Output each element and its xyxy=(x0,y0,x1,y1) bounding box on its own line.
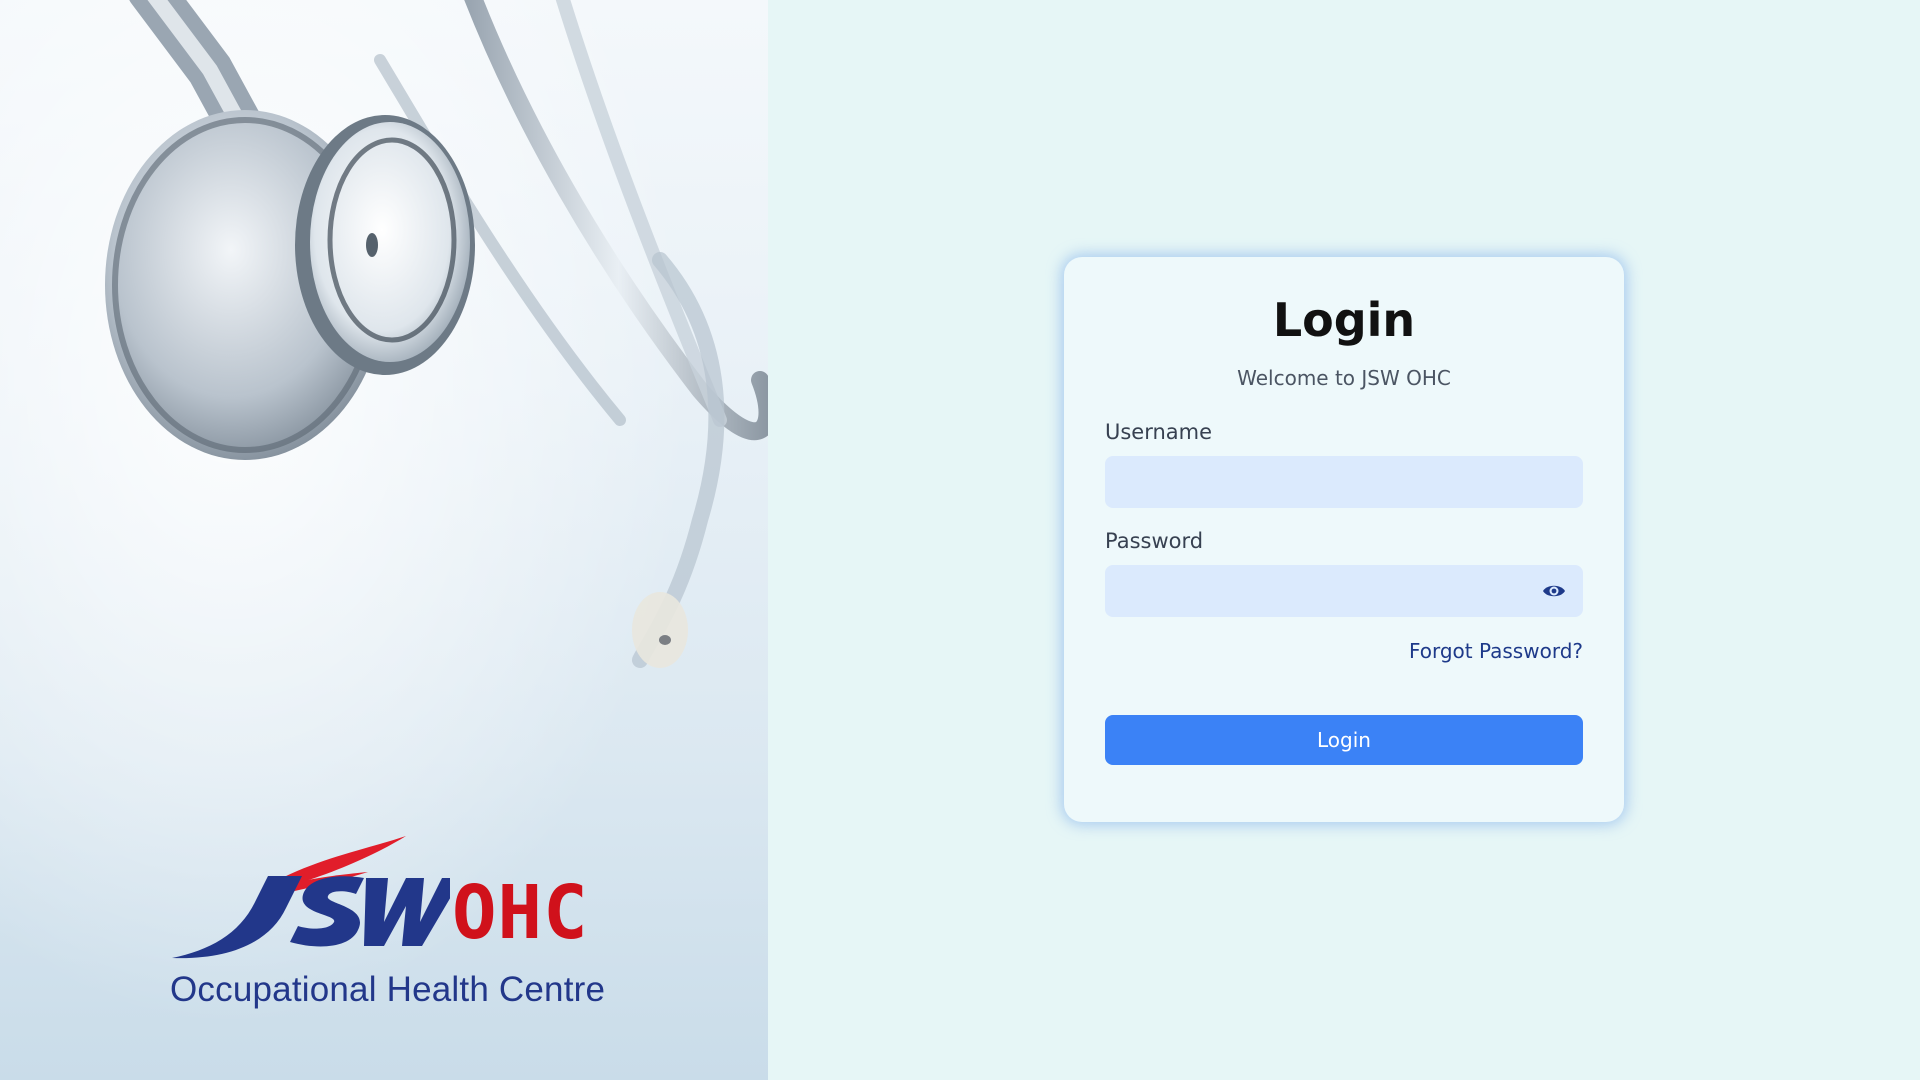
password-label: Password xyxy=(1105,529,1204,554)
login-subtitle: Welcome to JSW OHC xyxy=(1237,366,1451,391)
jsw-logo-icon xyxy=(172,836,450,959)
login-title: Login xyxy=(1272,293,1416,347)
forgot-password-link[interactable]: Forgot Password? xyxy=(1409,639,1583,663)
username-label: Username xyxy=(1105,420,1213,445)
forgot-password-row: Forgot Password? xyxy=(1105,639,1583,663)
brand-tagline: Occupational Health Centre xyxy=(170,970,606,1009)
password-input[interactable] xyxy=(1105,565,1583,618)
username-field-wrapper xyxy=(1105,456,1583,509)
password-field-wrapper xyxy=(1105,565,1583,618)
username-input[interactable] xyxy=(1105,456,1583,509)
login-button[interactable]: Login xyxy=(1105,715,1583,766)
hero-panel: OHC Occupational Health Centre xyxy=(0,0,768,1080)
brand-logo: OHC Occupational Health Centre xyxy=(170,830,605,1009)
login-page: OHC Occupational Health Centre Login Wel… xyxy=(0,0,1920,1080)
eye-icon[interactable] xyxy=(1541,579,1567,603)
login-card: Login Welcome to JSW OHC Username Passwo… xyxy=(1064,257,1624,822)
brand-suffix: OHC xyxy=(452,870,589,956)
